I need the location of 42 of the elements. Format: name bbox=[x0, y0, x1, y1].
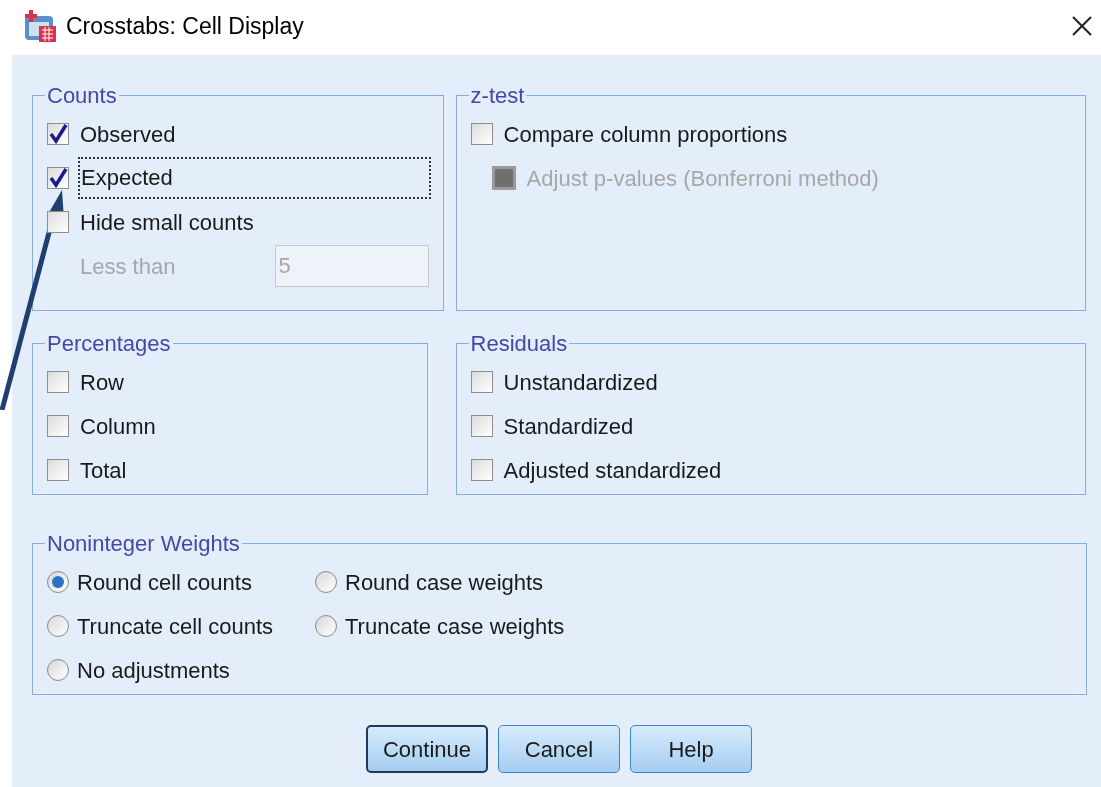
radio-button[interactable] bbox=[47, 615, 69, 637]
group-title: Counts bbox=[46, 82, 118, 110]
checkbox-label[interactable]: Standardized bbox=[503, 409, 634, 443]
radio-label[interactable]: Truncate case weights bbox=[345, 609, 565, 643]
close-icon[interactable] bbox=[1071, 15, 1093, 37]
field-label: Less than bbox=[80, 252, 176, 281]
window-title: Crosstabs: Cell Display bbox=[66, 11, 304, 41]
checkbox[interactable] bbox=[47, 415, 69, 437]
checkbox-label[interactable]: Observed bbox=[80, 117, 176, 151]
dialog-button[interactable]: Help bbox=[630, 725, 752, 773]
dialog-button[interactable]: Cancel bbox=[498, 725, 620, 773]
checkbox[interactable] bbox=[470, 415, 493, 437]
radio-label[interactable]: Round cell counts bbox=[77, 565, 252, 599]
dialog-button[interactable]: Continue bbox=[366, 725, 488, 773]
group-title: Noninteger Weights bbox=[46, 530, 241, 558]
group-title: Residuals bbox=[469, 330, 569, 358]
group-title: z-test bbox=[469, 82, 526, 110]
checkbox[interactable] bbox=[470, 123, 493, 145]
checkbox[interactable] bbox=[470, 459, 493, 481]
checkbox[interactable] bbox=[47, 371, 69, 393]
app-icon bbox=[22, 8, 58, 44]
radio-button[interactable] bbox=[47, 659, 69, 681]
checkbox-label[interactable]: Hide small counts bbox=[80, 205, 254, 239]
checkbox[interactable] bbox=[47, 459, 69, 481]
radio-button[interactable] bbox=[315, 615, 337, 637]
checkbox[interactable] bbox=[470, 371, 493, 393]
checkbox[interactable] bbox=[47, 123, 69, 145]
checkbox-label[interactable]: Column bbox=[80, 409, 156, 443]
radio-label[interactable]: No adjustments bbox=[77, 653, 230, 687]
checkbox-label[interactable]: Row bbox=[80, 365, 124, 399]
checkbox-label[interactable]: Adjusted standardized bbox=[503, 453, 722, 487]
radio-button[interactable] bbox=[47, 571, 69, 593]
radio-label[interactable]: Round case weights bbox=[345, 565, 544, 599]
radio-label[interactable]: Truncate cell counts bbox=[77, 609, 274, 643]
checkbox-label[interactable]: Total bbox=[80, 453, 127, 487]
checkbox[interactable] bbox=[47, 167, 69, 189]
checkbox-label[interactable]: Unstandardized bbox=[503, 365, 658, 399]
checkbox-label[interactable]: Expected bbox=[80, 159, 429, 197]
radio-button[interactable] bbox=[315, 571, 337, 593]
checkbox[interactable] bbox=[47, 211, 69, 233]
group-title: Percentages bbox=[46, 330, 172, 358]
checkbox-label[interactable]: Compare column proportions bbox=[503, 117, 788, 151]
